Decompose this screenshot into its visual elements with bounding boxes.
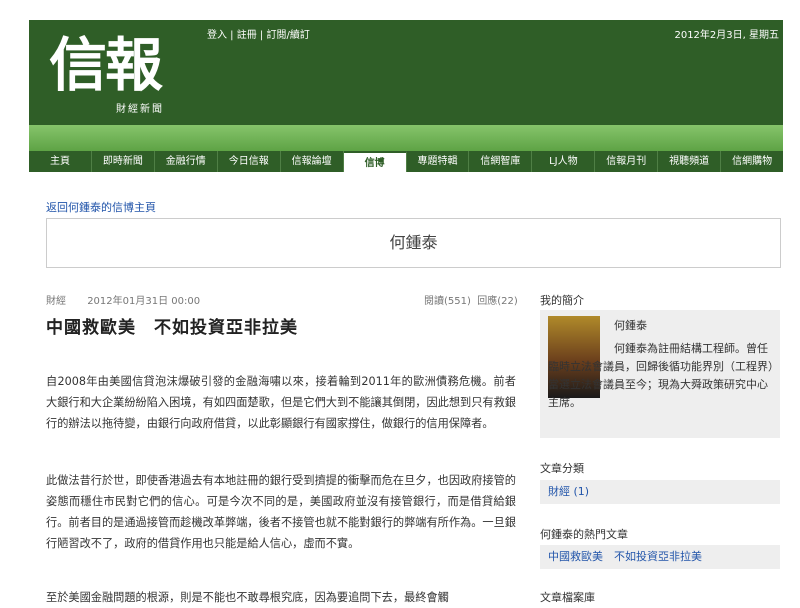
logo-subtitle: 財經新聞: [116, 104, 164, 115]
category-heading: 文章分類: [540, 462, 584, 475]
post-paragraph-2: 此做法昔行於世，即使香港過去有本地註冊的銀行受到擠提的衝擊而危在旦夕，也因政府接…: [46, 474, 516, 550]
profile-heading: 我的簡介: [540, 294, 584, 307]
nav-features[interactable]: 專題特輯: [407, 151, 470, 172]
post-stats: 閱讀(551) 回應(22): [424, 292, 518, 307]
header-banner-bar: [29, 125, 783, 151]
reply-count[interactable]: 回應(22): [477, 296, 518, 307]
nav-lj-people[interactable]: LJ人物: [532, 151, 596, 172]
hot-articles-heading: 何鍾泰的熱門文章: [540, 528, 628, 541]
main-navigation: 主頁 即時新聞 金融行情 今日信報 信報論壇 信博 專題特輯 信網智庫 LJ人物…: [29, 151, 783, 172]
post-paragraph-3: 至於美國金融問題的根源，則是不能也不敢尋根究底，因為要追問下去，最終會觸: [46, 591, 449, 604]
masthead: 信報 財經新聞 登入 | 註冊 | 訂閱/續訂 2012年2月3日, 星期五: [29, 20, 783, 125]
blogger-name-header: 何鍾泰: [46, 218, 781, 268]
site-logo[interactable]: 信報: [49, 30, 163, 100]
nav-video[interactable]: 視聽頻道: [658, 151, 722, 172]
nav-market-quotes[interactable]: 金融行情: [155, 151, 218, 172]
account-links: 登入 | 註冊 | 訂閱/續訂: [207, 30, 310, 41]
category-link[interactable]: 財經 (1): [540, 480, 780, 504]
nav-instant-news[interactable]: 即時新聞: [92, 151, 155, 172]
login-link[interactable]: 登入: [207, 30, 227, 41]
post-date: 2012年01月31日 00:00: [87, 296, 201, 307]
nav-think-tank[interactable]: 信網智庫: [469, 151, 533, 172]
nav-home[interactable]: 主頁: [29, 151, 92, 172]
nav-today[interactable]: 今日信報: [218, 151, 281, 172]
post-title: 中國救歐美 不如投資亞非拉美: [46, 318, 298, 338]
nav-forum[interactable]: 信報論壇: [281, 151, 344, 172]
post-meta: 財經 2012年01月31日 00:00: [46, 292, 218, 307]
nav-monthly[interactable]: 信報月刊: [595, 151, 659, 172]
profile-name: 何鍾泰: [614, 319, 647, 332]
post-category[interactable]: 財經: [46, 296, 66, 307]
hot-article-link[interactable]: 中國救歐美 不如投資亞非拉美: [540, 545, 780, 569]
subscribe-link[interactable]: 訂閱/續訂: [266, 30, 309, 41]
read-count: 閱讀(551): [424, 296, 471, 307]
back-to-blog-link[interactable]: 返回何鍾泰的信博主頁: [46, 199, 156, 215]
nav-blog[interactable]: 信博: [343, 151, 407, 172]
profile-description: 何鍾泰為註冊結構工程師。曾任臨時立法會議員，回歸後循功能界別（工程界）當選立法會…: [548, 342, 774, 409]
profile-box: 何鍾泰 何鍾泰為註冊結構工程師。曾任臨時立法會議員，回歸後循功能界別（工程界）當…: [540, 310, 780, 438]
archive-heading: 文章檔案庫: [540, 591, 595, 604]
register-link[interactable]: 註冊: [237, 30, 257, 41]
current-date: 2012年2月3日, 星期五: [674, 30, 779, 41]
nav-shop[interactable]: 信網購物: [721, 151, 783, 172]
post-paragraph-1: 自2008年由美國信貸泡沫爆破引發的金融海嘯以來，接着輪到2011年的歐洲債務危…: [46, 375, 516, 430]
